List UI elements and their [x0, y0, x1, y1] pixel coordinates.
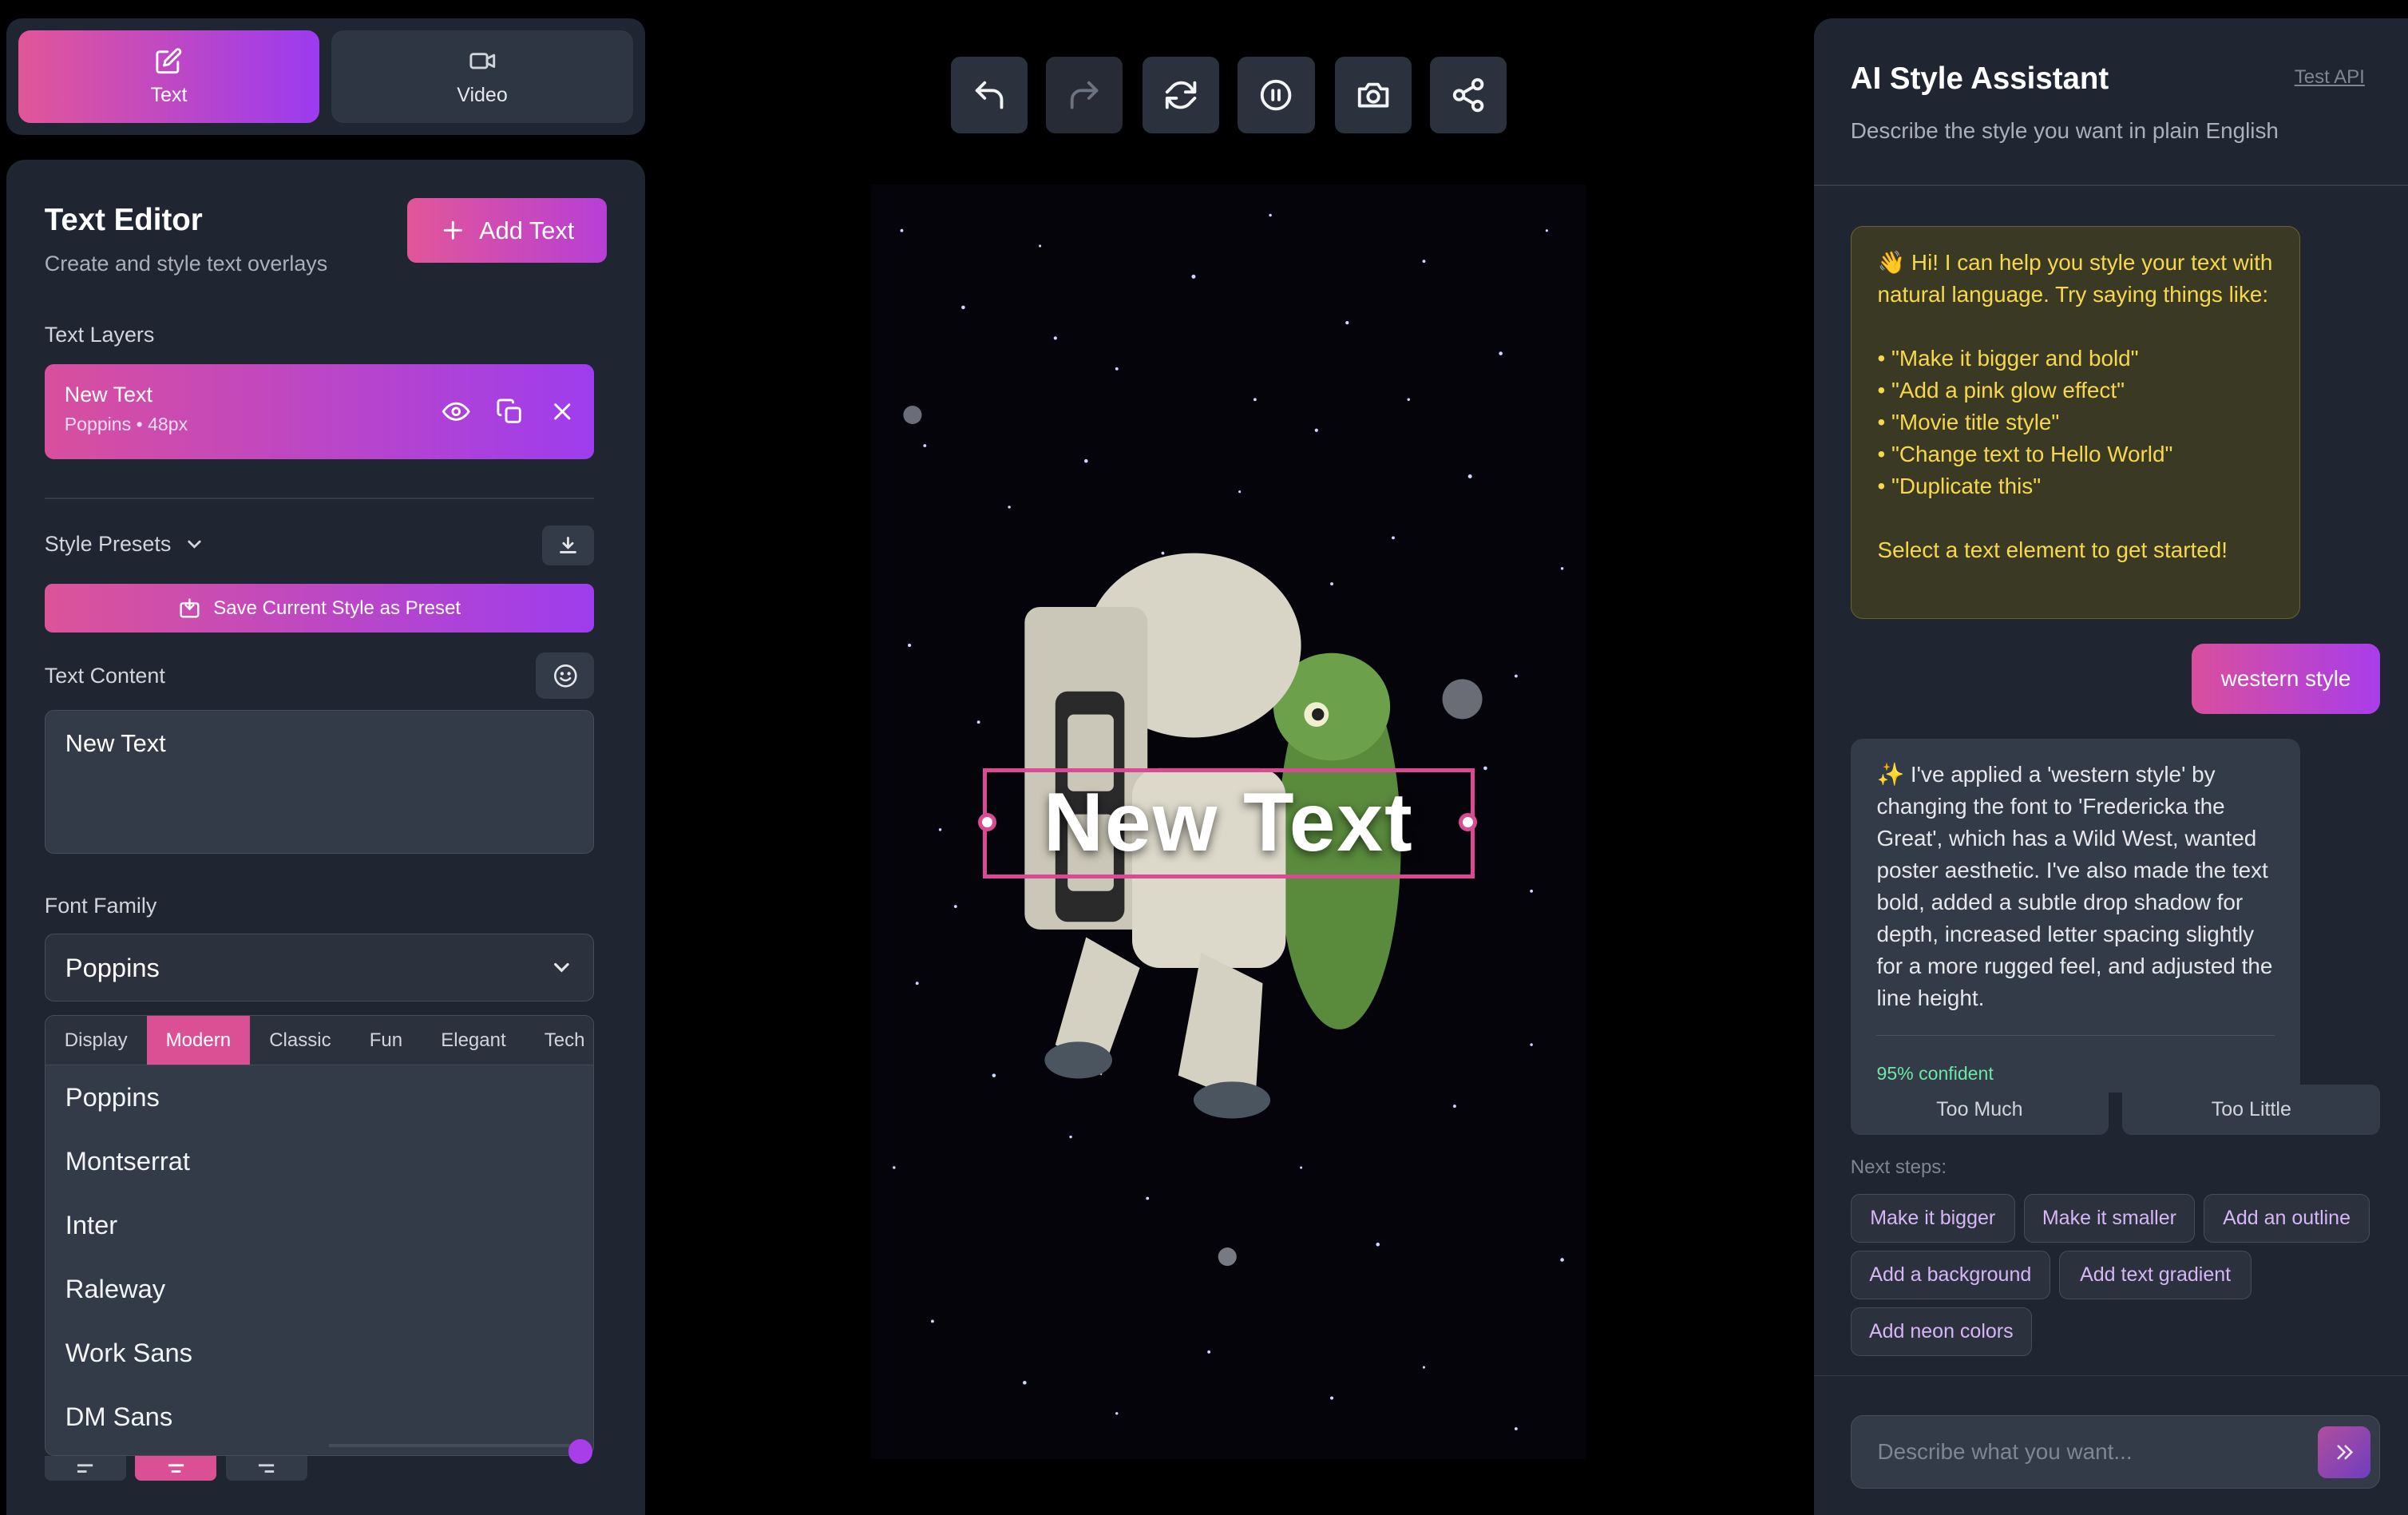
emoji-picker-button[interactable] [536, 652, 595, 700]
close-icon[interactable] [549, 398, 576, 426]
smiley-icon [553, 664, 577, 688]
divider [1813, 184, 2408, 186]
suggestion-chip[interactable]: Add text gradient [2059, 1250, 2252, 1300]
undo-icon [975, 81, 1004, 109]
divider [44, 498, 595, 500]
save-preset-label: Save Current Style as Preset [213, 597, 461, 619]
font-option[interactable]: Inter [46, 1193, 594, 1257]
camera-icon [1357, 82, 1388, 108]
font-option[interactable]: Poppins [46, 1065, 594, 1129]
assistant-reply-text: ✨ I've applied a 'western style' by chan… [1876, 762, 2273, 1011]
font-category-tab[interactable]: Classic [250, 1016, 351, 1065]
prompt-placeholder: Describe what you want... [1877, 1438, 2133, 1464]
align-right-button[interactable] [225, 1456, 307, 1481]
tab-text-label: Text [150, 83, 188, 106]
tab-video[interactable]: Video [331, 30, 633, 123]
text-layer-item[interactable]: New Text Poppins • 48px [44, 363, 595, 460]
text-layers-label: Text Layers [44, 322, 155, 347]
undo-button[interactable] [950, 57, 1028, 134]
download-icon [560, 537, 577, 554]
canvas-text-overlay[interactable]: New Text [983, 768, 1475, 878]
font-category-tab[interactable]: Tech [525, 1016, 594, 1065]
suggestion-chip[interactable]: Make it smaller [2024, 1193, 2195, 1243]
save-icon [180, 598, 200, 618]
video-camera-icon [469, 52, 495, 69]
assistant-intro-message: 👋 Hi! I can help you style your text wit… [1850, 225, 2301, 620]
redo-icon [1070, 81, 1099, 109]
align-left-button[interactable] [44, 1456, 126, 1481]
chevron-down-icon [187, 540, 201, 549]
text-align-group [44, 1456, 307, 1481]
mode-tabs: Text Video [6, 18, 645, 136]
font-option[interactable]: DM Sans [46, 1385, 594, 1449]
eye-icon[interactable] [441, 398, 471, 426]
font-category-tab[interactable]: Display [46, 1016, 147, 1065]
font-family-label: Font Family [44, 894, 157, 918]
add-text-button[interactable]: Add Text [406, 198, 607, 263]
user-message: western style [2191, 643, 2381, 715]
suggestion-chip[interactable]: Make it bigger [1850, 1193, 2015, 1243]
tab-text[interactable]: Text [18, 30, 320, 123]
text-editor-panel: Text Editor Create and style text overla… [6, 160, 645, 1515]
assistant-subtitle: Describe the style you want in plain Eng… [1850, 118, 2279, 144]
font-family-select[interactable]: Poppins [44, 934, 595, 1002]
font-family-value: Poppins [65, 952, 160, 982]
too-little-button[interactable]: Too Little [2122, 1084, 2381, 1136]
next-steps-label: Next steps: [1850, 1156, 1947, 1179]
share-button[interactable] [1429, 57, 1507, 134]
tab-video-label: Video [457, 83, 508, 106]
share-icon [1452, 78, 1484, 113]
slider-track[interactable] [328, 1444, 590, 1447]
suggestion-chip[interactable]: Add a background [1850, 1250, 2050, 1300]
style-presets-label: Style Presets [44, 531, 172, 556]
font-category-tab[interactable]: Elegant [422, 1016, 525, 1065]
assistant-title: AI Style Assistant [1850, 61, 2109, 96]
divider [1813, 1374, 2408, 1377]
font-option[interactable]: Montserrat [46, 1129, 594, 1193]
too-much-button[interactable]: Too Much [1850, 1084, 2109, 1136]
align-center-button[interactable] [135, 1456, 217, 1481]
font-option[interactable]: Raleway [46, 1257, 594, 1321]
send-button[interactable] [2318, 1426, 2370, 1479]
refresh-button[interactable] [1143, 57, 1220, 134]
download-presets-button[interactable] [541, 525, 595, 565]
align-left-icon [77, 1464, 93, 1473]
font-option[interactable]: Work Sans [46, 1321, 594, 1385]
assistant-prompt-input[interactable]: Describe what you want... [1850, 1414, 2381, 1489]
test-api-link[interactable]: Test API [2295, 66, 2365, 89]
align-center-icon [168, 1464, 184, 1473]
font-category-tab[interactable]: Fun [351, 1016, 422, 1065]
chevrons-right-icon [2337, 1445, 2353, 1460]
redo-button[interactable] [1045, 57, 1123, 134]
suggestion-chip[interactable]: Add an outline [2204, 1193, 2370, 1243]
add-text-label: Add Text [479, 216, 575, 244]
confidence-label: 95% confident [1876, 1035, 2275, 1089]
save-preset-button[interactable]: Save Current Style as Preset [44, 583, 595, 633]
refresh-icon [1165, 81, 1197, 109]
pause-button[interactable] [1238, 57, 1315, 134]
edit-icon [156, 47, 182, 73]
panel-title: Text Editor [44, 202, 203, 237]
snapshot-button[interactable] [1334, 57, 1412, 134]
assistant-reply: ✨ I've applied a 'western style' by chan… [1850, 739, 2301, 1093]
ai-assistant-panel: AI Style Assistant Test API Describe the… [1813, 18, 2408, 1515]
panel-subtitle: Create and style text overlays [44, 252, 328, 276]
copy-icon[interactable] [496, 398, 524, 426]
font-dropdown: Display Modern Classic Fun Elegant Tech … [44, 1015, 595, 1457]
font-category-tabs: Display Modern Classic Fun Elegant Tech [45, 1016, 594, 1065]
style-presets-toggle[interactable]: Style Presets [45, 532, 205, 557]
text-content-label: Text Content [44, 663, 165, 688]
suggestion-chip[interactable]: Add neon colors [1850, 1307, 2032, 1357]
plus-icon [443, 220, 463, 240]
pause-icon [1261, 80, 1292, 111]
slider-thumb[interactable] [568, 1439, 593, 1465]
text-content-input[interactable]: New Text [44, 709, 595, 855]
font-category-tab[interactable]: Modern [146, 1016, 251, 1065]
chevron-down-icon [553, 963, 569, 973]
align-right-icon [259, 1464, 275, 1473]
